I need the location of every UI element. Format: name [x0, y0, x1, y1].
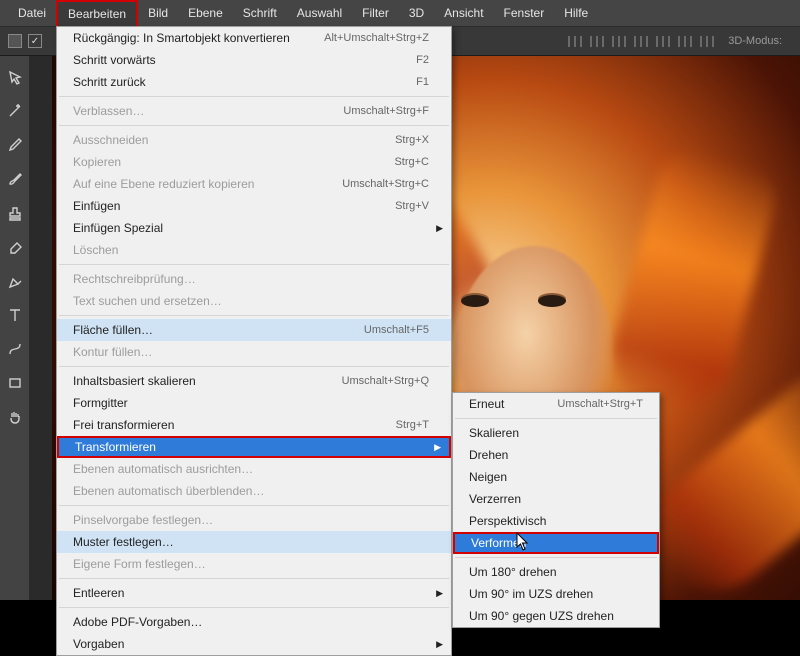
menuitem-inhaltsbasiert-skalieren[interactable]: Inhaltsbasiert skalierenUmschalt+Strg+Q: [57, 370, 451, 392]
menu-auswahl[interactable]: Auswahl: [287, 0, 352, 26]
submenu-skalieren[interactable]: Skalieren: [453, 422, 659, 444]
menu-ebene[interactable]: Ebene: [178, 0, 233, 26]
menuitem-schritt-vorw-rts[interactable]: Schritt vorwärtsF2: [57, 49, 451, 71]
brush-tool-icon[interactable]: [4, 168, 26, 190]
submenu-neigen[interactable]: Neigen: [453, 466, 659, 488]
menuitem-pinselvorgabe-festlegen: Pinselvorgabe festlegen…: [57, 509, 451, 531]
menuitem-eigene-form-festlegen: Eigene Form festlegen…: [57, 553, 451, 575]
submenu-um-90-im-uzs-drehen[interactable]: Um 90° im UZS drehen: [453, 583, 659, 605]
menuitem-auf-eine-ebene-reduziert-kopieren: Auf eine Ebene reduziert kopierenUmschal…: [57, 173, 451, 195]
eraser-tool-icon[interactable]: [4, 236, 26, 258]
mouse-cursor-icon: [516, 532, 530, 552]
submenu-drehen[interactable]: Drehen: [453, 444, 659, 466]
pen-tool-icon[interactable]: [4, 270, 26, 292]
menu-schrift[interactable]: Schrift: [233, 0, 287, 26]
text-tool-icon[interactable]: [4, 304, 26, 326]
edit-menu-dropdown: Rückgängig: In Smartobjekt konvertierenA…: [56, 26, 452, 656]
submenu-arrow-icon: ▶: [436, 639, 443, 650]
tools-panel: [0, 56, 30, 600]
menuitem-text-suchen-und-ersetzen: Text suchen und ersetzen…: [57, 290, 451, 312]
menuitem-transformieren[interactable]: Transformieren▶: [57, 436, 451, 458]
menuitem-formgitter[interactable]: Formgitter: [57, 392, 451, 414]
menu-ansicht[interactable]: Ansicht: [434, 0, 493, 26]
menuitem-schritt-zur-ck[interactable]: Schritt zurückF1: [57, 71, 451, 93]
submenu-arrow-icon: ▶: [434, 442, 441, 453]
menuitem-fl-che-f-llen[interactable]: Fläche füllen…Umschalt+F5: [57, 319, 451, 341]
menu-fenster[interactable]: Fenster: [494, 0, 555, 26]
menuitem-ebenen-automatisch-berblenden: Ebenen automatisch überblenden…: [57, 480, 451, 502]
menuitem-l-schen: Löschen: [57, 239, 451, 261]
submenu-arrow-icon: ▶: [436, 223, 443, 234]
menuitem-adobe-pdf-vorgaben[interactable]: Adobe PDF-Vorgaben…: [57, 611, 451, 633]
menu-datei[interactable]: Datei: [8, 0, 56, 26]
mode-label: 3D-Modus:: [728, 35, 782, 47]
transform-submenu: ErneutUmschalt+Strg+T SkalierenDrehenNeig…: [452, 392, 660, 628]
menuitem-kontur-f-llen: Kontur füllen…: [57, 341, 451, 363]
menu-3d[interactable]: 3D: [399, 0, 434, 26]
submenu-verzerren[interactable]: Verzerren: [453, 488, 659, 510]
menuitem-ebenen-automatisch-ausrichten: Ebenen automatisch ausrichten…: [57, 458, 451, 480]
submenu-arrow-icon: ▶: [436, 588, 443, 599]
menuitem-muster-festlegen[interactable]: Muster festlegen…: [57, 531, 451, 553]
submenu-um-90-gegen-uzs-drehen[interactable]: Um 90° gegen UZS drehen: [453, 605, 659, 627]
hand-tool-icon[interactable]: [4, 406, 26, 428]
menuitem-vorgaben[interactable]: Vorgaben▶: [57, 633, 451, 655]
menuitem-frei-transformieren[interactable]: Frei transformierenStrg+T: [57, 414, 451, 436]
menuitem-rechtschreibpr-fung: Rechtschreibprüfung…: [57, 268, 451, 290]
submenu-erneut[interactable]: ErneutUmschalt+Strg+T: [453, 393, 659, 415]
move-tool-icon[interactable]: [4, 66, 26, 88]
auto-select-checkbox[interactable]: ✓: [28, 34, 42, 48]
menu-bearbeiten[interactable]: Bearbeiten: [56, 0, 138, 26]
menu-hilfe[interactable]: Hilfe: [554, 0, 598, 26]
wand-tool-icon[interactable]: [4, 100, 26, 122]
submenu-perspektivisch[interactable]: Perspektivisch: [453, 510, 659, 532]
document-gutter: [30, 56, 52, 600]
menuitem-kopieren: KopierenStrg+C: [57, 151, 451, 173]
menuitem-entleeren[interactable]: Entleeren▶: [57, 582, 451, 604]
tool-preset-swatch[interactable]: [8, 34, 22, 48]
eyedrop-tool-icon[interactable]: [4, 134, 26, 156]
stamp-tool-icon[interactable]: [4, 202, 26, 224]
menubar: DateiBearbeitenBildEbeneSchriftAuswahlFi…: [0, 0, 800, 26]
rect-tool-icon[interactable]: [4, 372, 26, 394]
submenu-um-180-drehen[interactable]: Um 180° drehen: [453, 561, 659, 583]
menuitem-verblassen: Verblassen…Umschalt+Strg+F: [57, 100, 451, 122]
menuitem-einf-gen[interactable]: EinfügenStrg+V: [57, 195, 451, 217]
menuitem-ausschneiden: AusschneidenStrg+X: [57, 129, 451, 151]
path-tool-icon[interactable]: [4, 338, 26, 360]
menuitem-r-ckg-ngig-in-smartobjekt-konvertieren[interactable]: Rückgängig: In Smartobjekt konvertierenA…: [57, 27, 451, 49]
align-icon-group[interactable]: [568, 36, 714, 47]
submenu-verformen[interactable]: Verformen: [453, 532, 659, 554]
menu-bild[interactable]: Bild: [138, 0, 178, 26]
menu-filter[interactable]: Filter: [352, 0, 399, 26]
menuitem-einf-gen-spezial[interactable]: Einfügen Spezial▶: [57, 217, 451, 239]
